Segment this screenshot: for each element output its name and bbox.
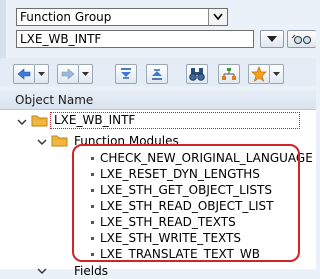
object-type-select[interactable]: Function Group [16,8,228,26]
left-panel-edge [0,0,6,58]
collapse-icon [152,69,162,80]
column-header-object-name: Object Name [0,90,316,110]
back-arrow-icon [17,68,31,80]
forward-arrow-icon [61,68,75,80]
display-glasses-button[interactable] [287,30,316,48]
glasses-icon [291,34,311,44]
favorites-dropdown[interactable] [270,64,284,84]
hierarchy-icon [222,68,236,80]
favorites-star-icon [251,66,267,82]
tree-toggle-icon[interactable] [37,264,47,278]
folder-icon [31,113,49,130]
tree-toggle-icon[interactable] [37,135,47,149]
object-name-input[interactable]: LXE_WB_INTF [16,30,254,48]
input-dropdown-button[interactable] [260,30,284,48]
expand-all-button[interactable] [115,64,137,84]
back-history-dropdown[interactable] [35,64,49,84]
forward-history-dropdown[interactable] [79,64,93,84]
favorites-button[interactable] [248,64,270,84]
forward-button[interactable] [57,64,79,84]
highlight-annotation [72,144,300,262]
back-button[interactable] [13,64,35,84]
hierarchy-button[interactable] [218,64,240,84]
dropdown-arrow-icon [267,36,277,42]
binoculars-icon [189,68,205,81]
chevron-down-icon[interactable] [208,9,227,25]
tree-toggle-icon[interactable] [17,115,27,129]
tree-node-root[interactable]: LXE_WB_INTF [54,112,135,128]
folder-icon [51,133,69,150]
object-type-value: Function Group [20,10,112,24]
expand-icon [121,68,131,79]
find-button[interactable] [186,64,208,84]
collapse-all-button[interactable] [146,64,168,84]
tree-node-fields-partial[interactable]: Fields [74,263,108,279]
